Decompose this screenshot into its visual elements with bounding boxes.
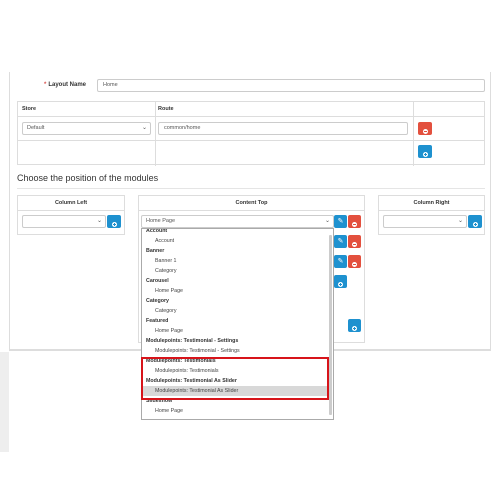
column-left-add-button[interactable] [107, 215, 121, 228]
plus-circle-icon [422, 152, 428, 157]
column-right-heading: Column Right [413, 200, 450, 206]
dropdown-group-label: Account [146, 228, 168, 234]
module-row-2-remove-button[interactable] [348, 235, 361, 248]
column-right-divider [378, 210, 485, 211]
module-row-2-edit-button[interactable]: ✎ [334, 235, 347, 248]
dropdown-group-label: Carousel [146, 278, 169, 284]
module-row-3-edit-button[interactable]: ✎ [334, 255, 347, 268]
minus-circle-icon [352, 222, 357, 227]
module-row-3-remove-button[interactable] [348, 255, 361, 268]
dropdown-option[interactable]: Home Page [142, 286, 327, 296]
dropdown-group-label: Category [146, 298, 169, 304]
dropdown-scrollbar[interactable] [329, 235, 332, 415]
column-right-select[interactable]: ⌄ [383, 215, 467, 228]
chevron-down-icon: ⌄ [324, 218, 330, 224]
column-right-add-button[interactable] [468, 215, 482, 228]
pencil-icon: ✎ [337, 258, 344, 265]
dropdown-option[interactable]: Home Page [142, 406, 327, 416]
column-left-select[interactable]: ⌄ [22, 215, 106, 228]
content-top-divider [138, 210, 365, 211]
dropdown-option[interactable]: Account [142, 236, 327, 246]
chevron-down-icon: ⌄ [96, 218, 102, 224]
route-input[interactable]: common/home [158, 122, 408, 135]
section-title: Choose the position of the modules [17, 173, 159, 183]
pencil-icon: ✎ [337, 218, 344, 225]
content-top-heading: Content Top [235, 200, 268, 206]
highlight-box [141, 357, 329, 400]
dropdown-option[interactable]: Modulepoints: Testimonial - Settings [142, 346, 327, 356]
column-left-divider [17, 210, 125, 211]
add-route-button[interactable] [418, 145, 432, 158]
chevron-down-icon: ⌄ [141, 125, 147, 131]
dropdown-option[interactable]: Category [142, 266, 327, 276]
plus-circle-icon [111, 222, 117, 227]
remove-route-button[interactable] [418, 122, 432, 135]
store-select-value: Default [27, 125, 45, 131]
column-left-heading: Column Left [54, 200, 88, 206]
layout-name-input[interactable]: Home [97, 79, 485, 92]
dropdown-option[interactable]: Banner 1 [142, 256, 327, 266]
content-top-select-value: Home Page [146, 218, 176, 224]
module-row-4-add-button[interactable] [334, 275, 347, 288]
dropdown-option[interactable]: Category [142, 306, 327, 316]
dropdown-option[interactable]: Home Page [142, 326, 327, 336]
plus-circle-icon [472, 222, 478, 227]
content-top-edit-button[interactable]: ✎ [334, 215, 347, 228]
dropdown-group-label: Modulepoints: Testimonial - Settings [146, 338, 239, 344]
plus-circle-icon [352, 326, 357, 331]
layout-name-label: * Layout Name [30, 82, 86, 88]
plus-circle-icon [338, 282, 343, 287]
content-top-add-button[interactable] [348, 319, 361, 332]
content-top-remove-button[interactable] [348, 215, 361, 228]
store-column-header: Store [22, 106, 37, 112]
content-top-select[interactable]: Home Page ⌄ [141, 215, 334, 228]
minus-circle-icon [352, 262, 357, 267]
dropdown-group-label: Featured [146, 318, 169, 324]
dropdown-group-label: Banner [146, 248, 165, 254]
pencil-icon: ✎ [337, 238, 344, 245]
chevron-down-icon: ⌄ [457, 218, 463, 224]
divider [17, 188, 485, 189]
route-column-header: Route [158, 106, 174, 112]
store-select[interactable]: Default ⌄ [22, 122, 151, 135]
required-mark: * [43, 82, 47, 88]
layout-name-label-text: Layout Name [48, 82, 86, 88]
sidebar-edge [0, 352, 9, 452]
minus-circle-icon [352, 242, 357, 247]
minus-circle-icon [422, 129, 428, 134]
